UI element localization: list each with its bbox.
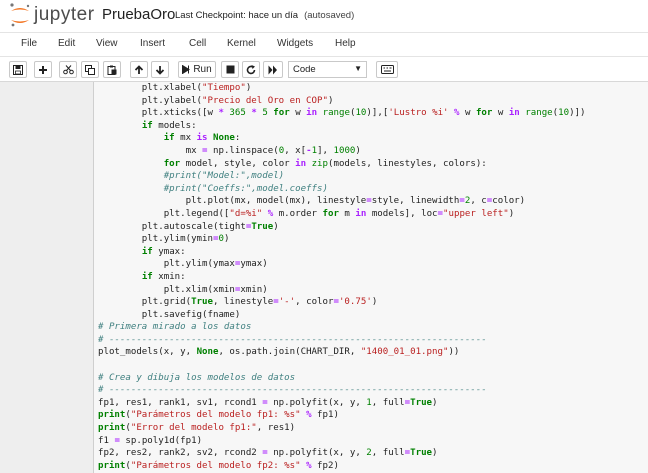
jupyter-logo-icon: [10, 3, 30, 27]
code-line: if models:: [141, 120, 197, 131]
code-line: if mx is None:: [163, 133, 241, 144]
paste-icon: [107, 65, 117, 75]
toolbar: Run Code ▼: [0, 56, 648, 82]
code-string: "Tiempo": [202, 83, 246, 93]
code-line: f1 = sp.poly1d(fp1): [98, 435, 203, 446]
code-line: if xmin:: [141, 271, 186, 282]
arrow-down-icon: [155, 65, 165, 75]
notebook-name[interactable]: PruebaOro: [102, 6, 175, 23]
code-line: # --------------------------------------…: [98, 385, 487, 396]
code-line: # Crea y dibuja los modelos de datos: [98, 372, 296, 383]
code-cell[interactable]: plt.xlabel("Tiempo") plt.ylabel("Precio …: [93, 82, 648, 473]
chevron-down-icon: ▼: [354, 64, 362, 73]
code-line: plt.grid(True, linestyle='-', color='0.7…: [98, 297, 378, 308]
save-button[interactable]: [9, 61, 27, 78]
code-line: plt.xlim(xmin=xmin): [98, 284, 268, 295]
copy-button[interactable]: [81, 61, 99, 78]
menu-insert[interactable]: Insert: [140, 38, 165, 49]
move-down-button[interactable]: [151, 61, 169, 78]
code-line: mx = np.linspace(0, x[-1], 1000): [98, 145, 361, 156]
insert-cell-button[interactable]: [34, 61, 52, 78]
restart-run-all-button[interactable]: [263, 61, 283, 78]
code-line: for model, style, color in zip(models, l…: [163, 158, 487, 169]
code-line: plt.ylim(ymin=0): [98, 234, 230, 245]
command-palette-button[interactable]: [376, 61, 398, 78]
code-line: plt.plot(mx, model(mx), linestyle=style,…: [98, 196, 526, 207]
move-up-button[interactable]: [130, 61, 148, 78]
save-icon: [13, 64, 23, 75]
autosave-status: (autosaved): [304, 10, 355, 21]
code-editor[interactable]: plt.xlabel("Tiempo") plt.ylabel("Precio …: [98, 82, 586, 472]
checkpoint-text: Last Checkpoint: hace un día: [175, 10, 299, 21]
code-line: # --------------------------------------…: [98, 334, 487, 345]
menu-file[interactable]: File: [21, 38, 37, 49]
menu-cell[interactable]: Cell: [189, 38, 206, 49]
code-line: if ymax:: [141, 246, 186, 257]
keyboard-icon: [380, 65, 394, 74]
code-line: plt.ylabel("Precio del Oro en COP"): [98, 95, 334, 106]
menu-view[interactable]: View: [96, 38, 118, 49]
code-line: plt.legend(["d=%i" % m.order for m in mo…: [98, 208, 515, 219]
code-line: plt.xticks([w * 365 * 5 for w in range(1…: [98, 108, 586, 119]
menu-bar: File Edit View Insert Cell Kernel Widget…: [0, 32, 648, 56]
notebook-header: jupyter PruebaOro Last Checkpoint: hace …: [0, 0, 648, 32]
interrupt-button[interactable]: [221, 61, 239, 78]
copy-icon: [85, 64, 95, 75]
code-line: plt.ylim(ymax=ymax): [98, 259, 268, 270]
cell-type-value: Code: [293, 64, 316, 75]
code-line: # Primera mirado a los datos: [98, 322, 252, 333]
code-line: fp2, res2, rank2, sv2, rcond2 = np.polyf…: [98, 448, 438, 459]
checkpoint-status: Last Checkpoint: hace un día (autosaved): [175, 10, 354, 21]
code-line: plot_models(x, y, None, os.path.join(CHA…: [98, 347, 460, 358]
restart-button[interactable]: [242, 61, 260, 78]
plus-icon: [39, 65, 47, 74]
menu-edit[interactable]: Edit: [58, 38, 75, 49]
restart-icon: [246, 64, 256, 74]
stop-icon: [226, 65, 234, 74]
restart-run-icon: [268, 65, 277, 74]
run-label: Run: [193, 64, 212, 75]
code-line: print("Parámetros del modelo fp2: %s" % …: [98, 460, 339, 471]
paste-button[interactable]: [103, 61, 121, 78]
cell-type-select[interactable]: Code ▼: [288, 61, 367, 78]
menu-help[interactable]: Help: [335, 38, 356, 49]
menu-kernel[interactable]: Kernel: [227, 38, 256, 49]
code-line: plt.autoscale(tight=True): [98, 221, 279, 232]
code-line: print("Error del modelo fp1:", res1): [98, 423, 296, 434]
code-line: plt.savefig(fname): [98, 309, 241, 320]
run-icon: [182, 65, 191, 74]
menu-widgets[interactable]: Widgets: [277, 38, 313, 49]
code-line: #print("Model:",model): [163, 171, 285, 182]
arrow-up-icon: [134, 64, 144, 74]
jupyter-wordmark[interactable]: jupyter: [34, 4, 95, 26]
cut-button[interactable]: [59, 61, 77, 78]
code-string: "Precio del Oro en COP": [202, 95, 328, 106]
run-button[interactable]: Run: [178, 61, 216, 78]
code-line: print("Parámetros del modelo fp1: %s" % …: [98, 410, 339, 421]
cut-icon: [62, 64, 74, 74]
code-line: #print("Coeffs:",model.coeffs): [163, 183, 328, 194]
code-line: plt.xlabel("Tiempo"): [98, 83, 252, 93]
code-line: fp1, res1, rank1, sv1, rcond1 = np.polyf…: [98, 397, 438, 408]
